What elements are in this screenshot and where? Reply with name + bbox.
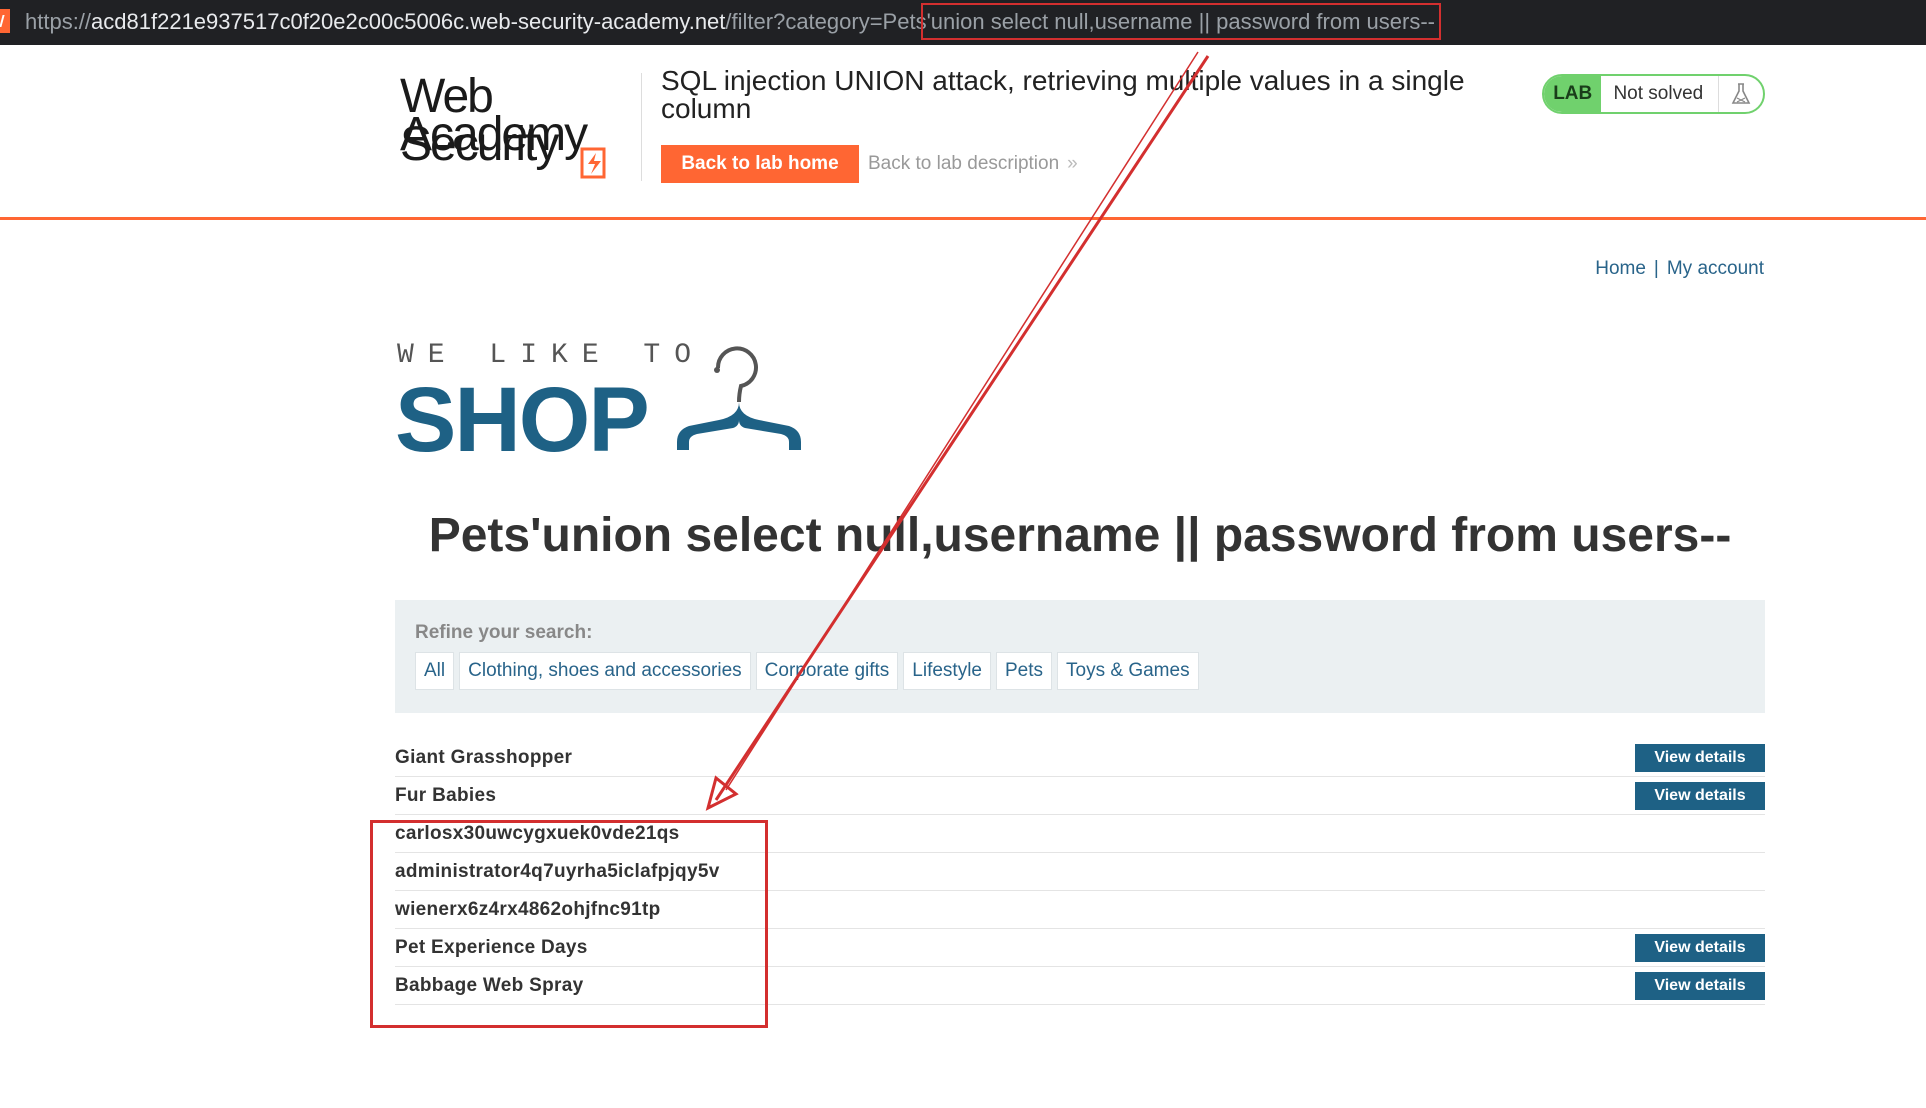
filter-lifestyle[interactable]: Lifestyle [903, 652, 991, 690]
logo-bolt-icon [580, 147, 606, 179]
double-chevron-right-icon: » [1067, 153, 1078, 174]
nav-separator: | [1653, 258, 1659, 279]
back-to-lab-home-button[interactable]: Back to lab home [661, 145, 859, 183]
annotation-highlight-box [370, 820, 768, 1028]
lab-status-widget[interactable]: LAB Not solved [1542, 74, 1765, 114]
shop-tagline: WE LIKE TO [397, 340, 706, 371]
back-to-lab-description-label: Back to lab description [868, 153, 1060, 174]
flask-icon [1718, 76, 1763, 112]
filter-all[interactable]: All [415, 652, 455, 690]
shop-logo: WE LIKE TO SHOP [395, 340, 825, 470]
view-details-button[interactable]: View details [1635, 781, 1765, 810]
product-name: Fur Babies [395, 784, 497, 806]
academy-header: Web Security Academy SQL injection UNION… [0, 45, 1926, 220]
lab-status-text: Not solved [1613, 83, 1704, 104]
home-link[interactable]: Home [1595, 258, 1646, 279]
view-details-button[interactable]: View details [1635, 933, 1765, 962]
filter-panel: Refine your search: All Clothing, shoes … [395, 600, 1765, 713]
filter-pets[interactable]: Pets [996, 652, 1053, 690]
lab-title: SQL injection UNION attack, retrieving m… [661, 65, 1465, 124]
logo-line-2: Academy [400, 108, 588, 161]
url-path: /filter?category=Pets [725, 9, 927, 34]
url-text[interactable]: https://acd81f221e937517c0f20e2c00c5006c… [25, 3, 1441, 40]
web-security-academy-logo[interactable]: Web Security Academy [400, 73, 640, 203]
back-to-lab-description-link[interactable]: Back to lab description » [868, 153, 1078, 175]
header-divider [641, 73, 642, 181]
url-scheme: https:// [25, 9, 92, 34]
view-details-button[interactable]: View details [1635, 743, 1765, 772]
table-row: Fur Babies View details [395, 777, 1765, 815]
url-injection-highlight: 'union select null,username || password … [920, 3, 1441, 40]
shop-word: SHOP [395, 369, 650, 471]
product-name: Giant Grasshopper [395, 746, 573, 768]
filter-toys-games[interactable]: Toys & Games [1057, 652, 1199, 690]
page-heading: Pets'union select null,username || passw… [428, 509, 1732, 562]
table-row: Giant Grasshopper View details [395, 739, 1765, 777]
view-details-button[interactable]: View details [1635, 971, 1765, 1000]
url-host: acd81f221e937517c0f20e2c00c5006c.web-sec… [91, 9, 726, 34]
site-favicon-icon [0, 9, 10, 33]
top-nav: Home | My account [1595, 258, 1764, 280]
browser-address-bar[interactable]: https://acd81f221e937517c0f20e2c00c5006c… [0, 0, 1926, 45]
lab-badge: LAB [1544, 76, 1602, 112]
filter-label: Refine your search: [415, 622, 593, 643]
clothes-hanger-icon [677, 346, 801, 450]
filter-clothing[interactable]: Clothing, shoes and accessories [459, 652, 751, 690]
my-account-link[interactable]: My account [1667, 258, 1764, 279]
filter-corporate-gifts[interactable]: Corporate gifts [755, 652, 899, 690]
